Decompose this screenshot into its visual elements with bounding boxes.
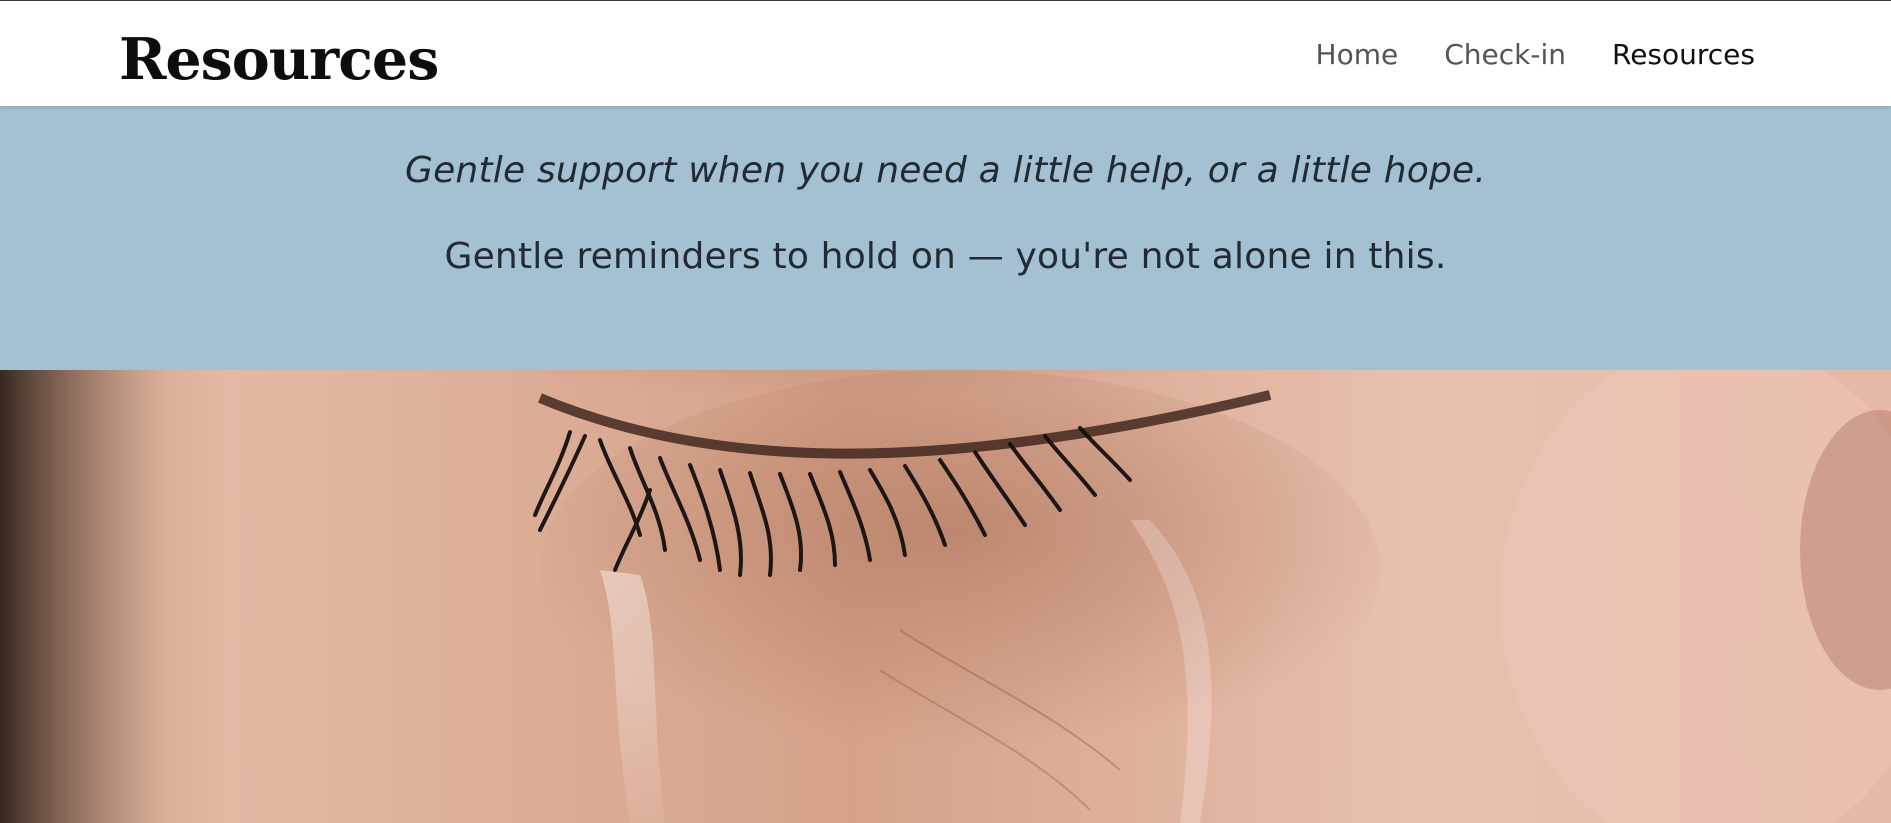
page-title: Resources xyxy=(119,26,439,93)
crying-eye-photo xyxy=(0,370,1891,823)
nav-link-resources[interactable]: Resources xyxy=(1612,35,1755,75)
site-header: Resources Home Check-in Resources xyxy=(0,1,1891,106)
hero-tagline: Gentle support when you need a little he… xyxy=(404,150,1487,191)
hero-banner: Gentle support when you need a little he… xyxy=(0,106,1891,370)
hero-reminder: Gentle reminders to hold on — you're not… xyxy=(444,236,1447,277)
nav-link-check-in[interactable]: Check-in xyxy=(1444,35,1566,75)
nav-link-home[interactable]: Home xyxy=(1316,35,1399,75)
main-nav: Home Check-in Resources xyxy=(1316,35,1755,75)
